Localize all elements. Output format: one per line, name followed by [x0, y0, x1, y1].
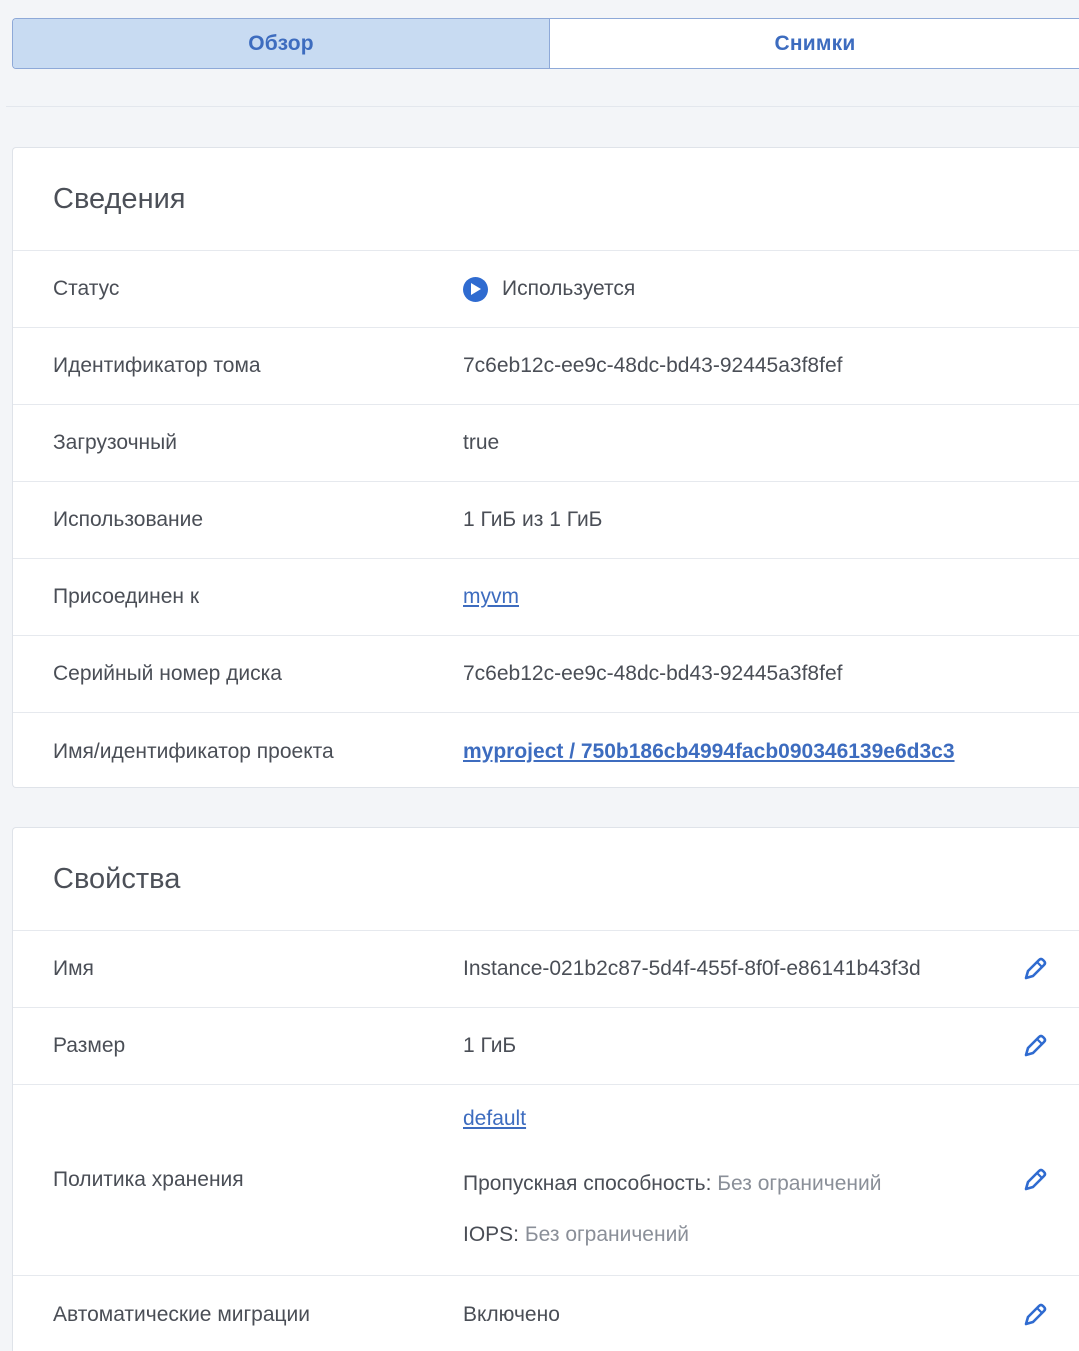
auto-migrations-value: Включено	[463, 1302, 560, 1326]
info-card-title: Сведения	[13, 148, 1079, 251]
status-label: Статус	[53, 277, 120, 300]
iops-line: IOPS: Без ограничений	[463, 1223, 689, 1247]
name-value: Instance-021b2c87-5d4f-455f-8f0f-e86141b…	[463, 957, 921, 980]
edit-migrations-pencil-icon[interactable]	[1022, 1302, 1048, 1328]
status-text: Используется	[502, 277, 636, 300]
project-link[interactable]: myproject / 750b186cb4994facb090346139e6…	[463, 740, 955, 764]
info-card: Сведения Статус Используется Идентификат…	[12, 147, 1079, 788]
tab-overview[interactable]: Обзор	[13, 19, 550, 68]
tab-snapshots[interactable]: Снимки	[550, 19, 1079, 68]
attached-to-row: Присоединен к myvm	[13, 559, 1079, 636]
storage-policy-row: Политика хранения default Пропускная спо…	[13, 1085, 1079, 1276]
status-value: Используется	[463, 276, 636, 302]
project-label: Имя/идентификатор проекта	[53, 739, 334, 763]
size-value: 1 ГиБ	[463, 1034, 517, 1057]
name-label: Имя	[53, 957, 94, 980]
volume-id-label: Идентификатор тома	[53, 354, 261, 377]
iops-label: IOPS:	[463, 1223, 520, 1246]
bootable-label: Загрузочный	[53, 431, 177, 454]
size-label: Размер	[53, 1034, 126, 1057]
throughput-label: Пропускная способность:	[463, 1172, 712, 1195]
auto-migrations-row: Автоматические миграции Включено	[13, 1276, 1079, 1351]
attached-vm-link[interactable]: myvm	[463, 585, 519, 609]
tab-bar: Обзор Снимки	[12, 18, 1079, 69]
edit-name-pencil-icon[interactable]	[1022, 956, 1048, 982]
throughput-value: Без ограничений	[717, 1172, 882, 1195]
bootable-row: Загрузочный true	[13, 405, 1079, 482]
section-divider	[6, 106, 1079, 107]
usage-row: Использование 1 ГиБ из 1 ГиБ	[13, 482, 1079, 559]
name-row: Имя Instance-021b2c87-5d4f-455f-8f0f-e86…	[13, 931, 1079, 1008]
serial-value: 7c6eb12c-ee9c-48dc-bd43-92445a3f8fef	[463, 662, 843, 685]
serial-label: Серийный номер диска	[53, 662, 282, 685]
throughput-line: Пропускная способность: Без ограничений	[463, 1172, 881, 1196]
storage-policy-label: Политика хранения	[53, 1168, 244, 1191]
project-row: Имя/идентификатор проекта myproject / 75…	[13, 713, 1079, 790]
iops-value: Без ограничений	[524, 1223, 690, 1246]
play-circle-icon	[463, 276, 488, 302]
bootable-value: true	[463, 431, 500, 454]
usage-label: Использование	[53, 508, 204, 531]
usage-value: 1 ГиБ из 1 ГиБ	[463, 508, 603, 531]
auto-migrations-label: Автоматические миграции	[53, 1302, 310, 1326]
storage-policy-link[interactable]: default	[463, 1107, 526, 1131]
properties-card: Свойства Имя Instance-021b2c87-5d4f-455f…	[12, 827, 1079, 1351]
status-row: Статус Используется	[13, 251, 1079, 328]
volume-id-value: 7c6eb12c-ee9c-48dc-bd43-92445a3f8fef	[463, 354, 843, 377]
edit-policy-pencil-icon[interactable]	[1022, 1167, 1048, 1193]
attached-to-label: Присоединен к	[53, 585, 200, 608]
volume-id-row: Идентификатор тома 7c6eb12c-ee9c-48dc-bd…	[13, 328, 1079, 405]
serial-row: Серийный номер диска 7c6eb12c-ee9c-48dc-…	[13, 636, 1079, 713]
size-row: Размер 1 ГиБ	[13, 1008, 1079, 1085]
properties-card-title: Свойства	[13, 828, 1079, 931]
edit-size-pencil-icon[interactable]	[1022, 1033, 1048, 1059]
